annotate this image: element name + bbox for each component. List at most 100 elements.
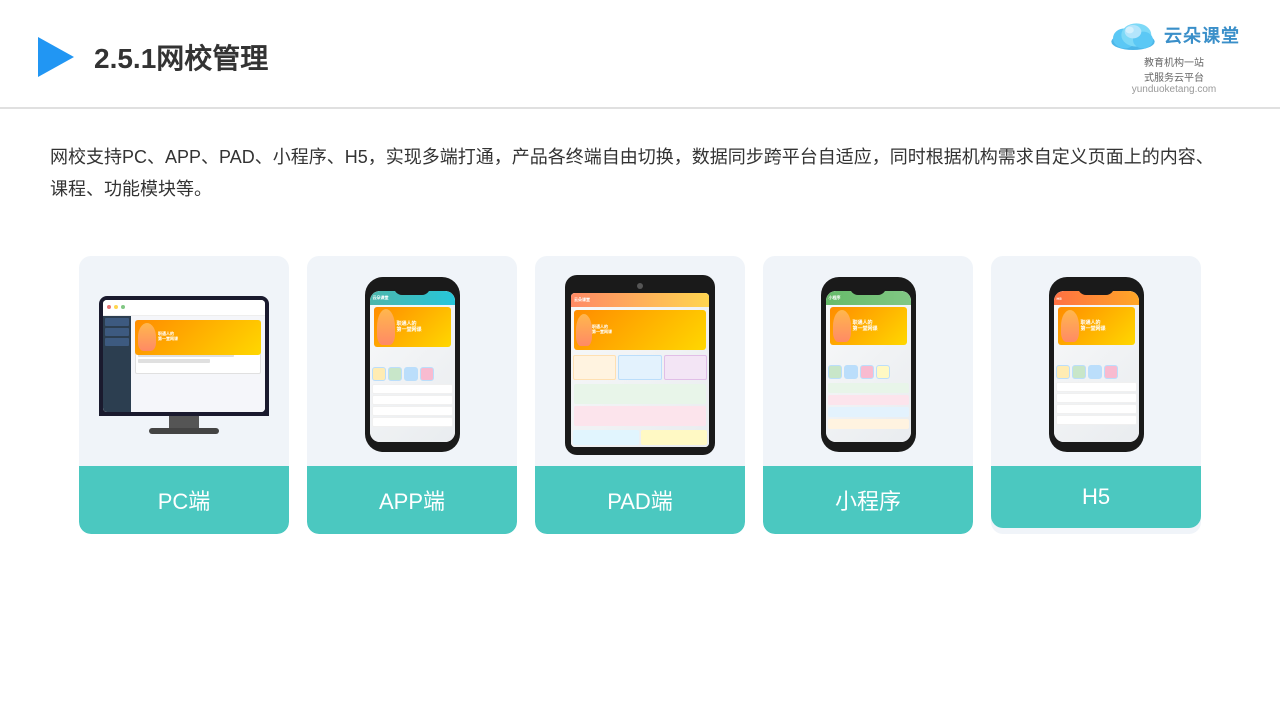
mini-icon-2 xyxy=(844,365,858,379)
h5-banner-l2: 第一堂网课 xyxy=(1081,326,1132,332)
pad-banner-figure xyxy=(576,314,592,346)
miniapp-card: 小程序 职通人的 第一堂网课 xyxy=(763,256,973,534)
mini-icon-1 xyxy=(828,365,842,379)
app-label: APP端 xyxy=(307,466,517,534)
pad-banner-l2: 第一堂网课 xyxy=(592,330,704,335)
app-list-2 xyxy=(372,395,453,405)
pc-card: 职通人的 第一堂网课 xyxy=(79,256,289,534)
pad-banner-texts: 职通人的 第一堂网课 xyxy=(592,325,704,335)
pc-nav xyxy=(103,300,265,316)
mini-icon-4 xyxy=(876,365,890,379)
sidebar-item-2 xyxy=(105,328,129,336)
h5-list-4 xyxy=(1056,415,1137,425)
description-text: 网校支持PC、APP、PAD、小程序、H5，实现多端打通，产品各终端自由切换，数… xyxy=(0,109,1280,206)
h5-phone-body: H5 职通人的 第一堂网课 xyxy=(1049,277,1144,452)
app-screen-content: 云朵课堂 职通人的 第一堂网课 xyxy=(370,291,455,442)
app-icon-3 xyxy=(404,367,418,381)
pc-banner: 职通人的 第一堂网课 xyxy=(135,320,261,355)
banner-char-2: 第一堂网课 xyxy=(158,337,258,342)
h5-image-area: H5 职通人的 第一堂网课 xyxy=(991,256,1201,466)
monitor-stand xyxy=(169,416,199,428)
miniapp-image-area: 小程序 职通人的 第一堂网课 xyxy=(763,256,973,466)
pad-card: 云朵课堂 职通人的 第一堂网课 xyxy=(535,256,745,534)
pad-screen-content: 云朵课堂 职通人的 第一堂网课 xyxy=(571,293,709,447)
nav-dot-green xyxy=(121,305,125,309)
mini-icons-row xyxy=(826,363,911,381)
mini-block-2 xyxy=(828,395,909,405)
pc-banner-figure xyxy=(138,323,156,351)
pad-course-3 xyxy=(664,355,707,380)
logo-subtitle: 教育机构一站式服务云平台 xyxy=(1144,54,1204,84)
h5-banner: 职通人的 第一堂网课 xyxy=(1058,307,1135,345)
cloud-icon xyxy=(1108,18,1158,52)
play-icon xyxy=(30,33,78,81)
logo-area: 云朵课堂 教育机构一站式服务云平台 yunduoketang.com xyxy=(1108,18,1240,95)
h5-screen-content: H5 职通人的 第一堂网课 xyxy=(1054,291,1139,442)
logo-name: 云朵课堂 xyxy=(1164,22,1240,48)
mini-block-1 xyxy=(828,383,909,393)
h5-banner-figure xyxy=(1061,310,1079,342)
page-title: 2.5.1网校管理 xyxy=(94,37,268,77)
mini-phone-notch xyxy=(850,287,886,295)
sidebar-item-1 xyxy=(105,318,129,326)
logo-url: yunduoketang.com xyxy=(1132,84,1217,95)
h5-list-2 xyxy=(1056,393,1137,403)
pad-label: PAD端 xyxy=(535,466,745,534)
app-banner: 职通人的 第一堂网课 xyxy=(374,307,451,347)
nav-dot-red xyxy=(107,305,111,309)
app-banner-text: 职通人的 第一堂网课 xyxy=(397,321,448,333)
mini-header-text: 小程序 xyxy=(829,295,841,301)
monitor-screen: 职通人的 第一堂网课 xyxy=(103,300,265,412)
h5-card: H5 职通人的 第一堂网课 xyxy=(991,256,1201,534)
h5-phone-notch xyxy=(1078,287,1114,295)
pad-bottom-1 xyxy=(573,430,639,445)
mini-banner-l2: 第一堂网课 xyxy=(853,326,904,332)
nav-dot-yellow xyxy=(114,305,118,309)
app-banner-figure xyxy=(377,309,395,345)
header-left: 2.5.1网校管理 xyxy=(30,33,268,81)
h5-icon-3 xyxy=(1088,365,1102,379)
pad-banner: 职通人的 第一堂网课 xyxy=(574,310,706,350)
pc-screen-content: 职通人的 第一堂网课 xyxy=(103,300,265,412)
pc-label: PC端 xyxy=(79,466,289,534)
mini-banner-figure xyxy=(833,310,851,342)
app-image-area: 云朵课堂 职通人的 第一堂网课 xyxy=(307,256,517,466)
h5-header-text: H5 xyxy=(1057,296,1062,301)
pad-header: 云朵课堂 xyxy=(571,293,709,307)
tablet-screen: 云朵课堂 职通人的 第一堂网课 xyxy=(571,293,709,447)
app-phone-screen: 云朵课堂 职通人的 第一堂网课 xyxy=(370,291,455,442)
pad-course-2 xyxy=(618,355,661,380)
app-list-1 xyxy=(372,384,453,394)
pad-bottom-row xyxy=(571,428,709,447)
pad-block-2 xyxy=(574,406,706,426)
mini-icon-3 xyxy=(860,365,874,379)
app-icons-row xyxy=(370,365,455,383)
mini-block-4 xyxy=(828,419,909,429)
app-list-4 xyxy=(372,417,453,427)
pad-bottom-2 xyxy=(641,430,707,445)
pad-course-row xyxy=(571,353,709,382)
mini-phone-screen: 小程序 职通人的 第一堂网课 xyxy=(826,291,911,442)
mini-block-3 xyxy=(828,407,909,417)
pad-course-1 xyxy=(573,355,616,380)
mini-screen-content: 小程序 职通人的 第一堂网课 xyxy=(826,291,911,442)
pad-image-area: 云朵课堂 职通人的 第一堂网课 xyxy=(535,256,745,466)
pad-header-text: 云朵课堂 xyxy=(574,297,590,303)
mini-phone-body: 小程序 职通人的 第一堂网课 xyxy=(821,277,916,452)
h5-list-3 xyxy=(1056,404,1137,414)
pc-image-area: 职通人的 第一堂网课 xyxy=(79,256,289,466)
content-line-3 xyxy=(138,359,210,363)
miniapp-label: 小程序 xyxy=(763,466,973,534)
app-icon-1 xyxy=(372,367,386,381)
mini-banner-texts: 职通人的 第一堂网课 xyxy=(853,320,904,332)
h5-label: H5 xyxy=(991,466,1201,528)
mini-banner: 职通人的 第一堂网课 xyxy=(830,307,907,345)
app-icon-4 xyxy=(420,367,434,381)
app-banner-line2: 第一堂网课 xyxy=(397,327,448,333)
cards-section: 职通人的 第一堂网课 xyxy=(0,216,1280,534)
app-card: 云朵课堂 职通人的 第一堂网课 xyxy=(307,256,517,534)
app-list-3 xyxy=(372,406,453,416)
pc-monitor: 职通人的 第一堂网课 xyxy=(99,296,269,434)
pad-block-1 xyxy=(574,384,706,404)
h5-icon-4 xyxy=(1104,365,1118,379)
